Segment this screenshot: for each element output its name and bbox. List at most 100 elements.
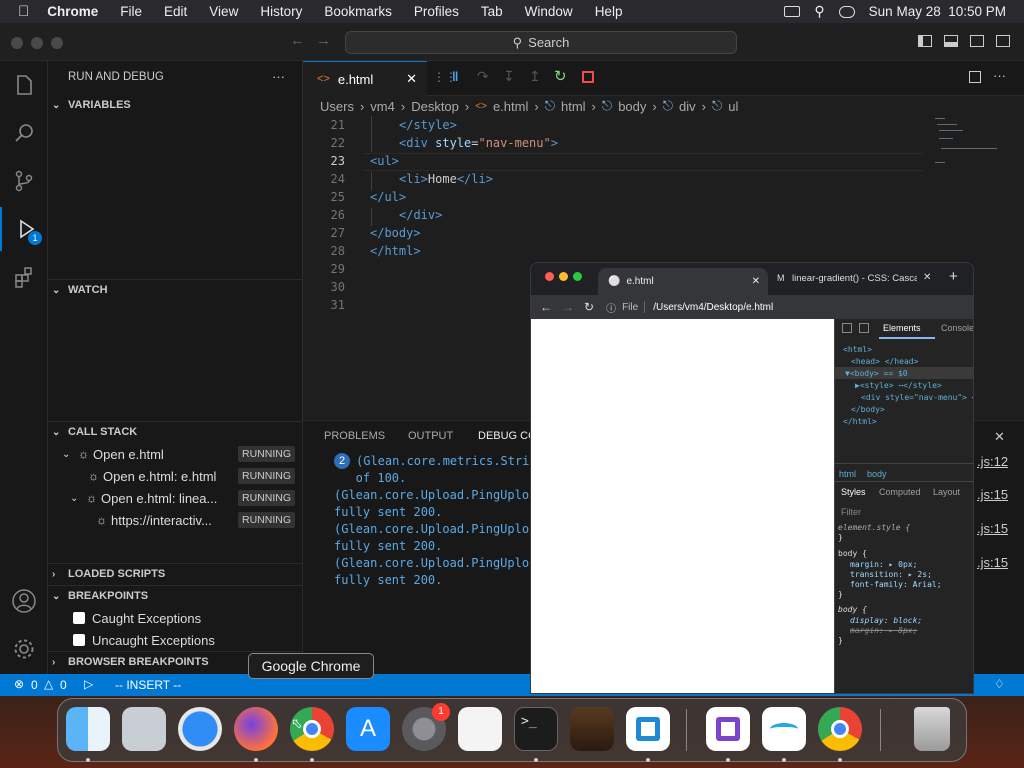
chrome-minimize-button[interactable] <box>559 272 568 281</box>
dom-node[interactable]: <head> </head> <box>851 357 918 366</box>
control-center-icon[interactable] <box>838 5 855 18</box>
source-link[interactable]: .js:15 <box>977 555 1008 570</box>
dom-node[interactable]: </body> <box>851 405 885 414</box>
menu-help[interactable]: Help <box>595 4 623 19</box>
layout-tab[interactable]: Layout <box>933 487 960 497</box>
terminal-icon[interactable]: >_ <box>514 707 558 751</box>
chrome-tab-label[interactable]: linear-gradient() - CSS: Cascad <box>792 273 917 284</box>
notifications-bell-icon[interactable]: ♢ <box>994 677 1005 691</box>
firefox-icon[interactable] <box>234 707 278 751</box>
menu-view[interactable]: View <box>209 4 238 19</box>
checkbox-icon[interactable] <box>73 634 85 646</box>
checkbox-icon[interactable] <box>73 612 85 624</box>
computed-tab[interactable]: Computed <box>879 487 921 497</box>
textedit-icon[interactable] <box>458 707 502 751</box>
breadcrumb-item[interactable]: Desktop <box>411 99 459 114</box>
breadcrumb-item[interactable]: vm4 <box>370 99 395 114</box>
window-minimize-button[interactable] <box>31 37 43 49</box>
garageband-icon[interactable] <box>570 707 614 751</box>
menu-edit[interactable]: Edit <box>164 4 187 19</box>
variables-section-header[interactable]: ⌄ VARIABLES <box>52 99 131 111</box>
customize-layout-icon[interactable] <box>996 35 1010 47</box>
run-and-debug-icon[interactable]: 1 <box>0 207 48 251</box>
breadcrumb-item[interactable]: body <box>618 99 646 114</box>
browser-breakpoints-section-header[interactable]: › BROWSER BREAKPOINTS <box>52 656 209 668</box>
toggle-panel-icon[interactable] <box>944 35 958 47</box>
chrome-tab-e-html[interactable]: ⚪ e.html ✕ <box>598 268 768 295</box>
warning-icon[interactable]: △ <box>44 677 53 691</box>
forward-arrow-icon[interactable]: → <box>316 32 331 49</box>
dom-node[interactable]: <html> <box>843 345 872 354</box>
debug-session-icon[interactable]: ▷ <box>84 677 93 691</box>
freeform-icon[interactable] <box>762 707 806 751</box>
source-link[interactable]: .js:15 <box>977 521 1008 536</box>
tab-debug-console[interactable]: DEBUG CO <box>478 430 537 442</box>
breadcrumb-item[interactable]: div <box>679 99 696 114</box>
search-view-icon[interactable] <box>0 111 48 155</box>
google-chrome-icon[interactable] <box>818 707 862 751</box>
inspect-element-icon[interactable] <box>842 323 852 333</box>
toggle-primary-sidebar-icon[interactable] <box>918 35 932 47</box>
dom-node[interactable]: ▶<style> ⋯</style> <box>855 381 942 390</box>
split-editor-icon[interactable] <box>969 71 981 83</box>
styles-filter-input[interactable]: Filter <box>841 507 861 517</box>
source-control-icon[interactable] <box>0 159 48 203</box>
accounts-icon[interactable] <box>0 579 48 623</box>
breadcrumb-item[interactable]: ul <box>728 99 738 114</box>
toggle-secondary-sidebar-icon[interactable] <box>970 35 984 47</box>
breadcrumb-item[interactable]: html <box>561 99 586 114</box>
app-store-icon[interactable]: A <box>346 707 390 751</box>
screen-mirroring-icon[interactable] <box>784 6 801 17</box>
more-actions-icon[interactable]: ··· <box>993 68 1006 83</box>
dom-breadcrumb[interactable]: html <box>839 469 856 479</box>
call-stack-session[interactable]: ⌄ ☼ Open e.html: linea... RUNNING <box>48 487 303 509</box>
uncaught-exceptions-checkbox[interactable]: Uncaught Exceptions <box>48 629 303 651</box>
panel-close-icon[interactable]: ✕ <box>994 429 1005 445</box>
step-over-icon[interactable]: ↷ <box>477 68 489 85</box>
editor-tab-e-html[interactable]: <> e.html ✕ <box>303 61 427 96</box>
caught-exceptions-checkbox[interactable]: Caught Exceptions <box>48 607 303 629</box>
tab-output[interactable]: OUTPUT <box>408 430 453 442</box>
menu-tab[interactable]: Tab <box>481 4 503 19</box>
back-arrow-icon[interactable]: ← <box>290 32 305 49</box>
extensions-icon[interactable] <box>0 255 48 299</box>
chrome-page-viewport[interactable] <box>531 319 834 693</box>
menu-window[interactable]: Window <box>525 4 573 19</box>
new-tab-icon[interactable]: + <box>949 268 958 285</box>
spotlight-search-icon[interactable]: ⚲ <box>814 3 824 20</box>
safari-icon[interactable] <box>178 707 222 751</box>
loaded-scripts-section-header[interactable]: › LOADED SCRIPTS <box>52 568 165 580</box>
window-zoom-button[interactable] <box>51 37 63 49</box>
devtools-tab-console[interactable]: Console <box>941 323 973 333</box>
call-stack-session[interactable]: ☼ https://interactiv... RUNNING <box>48 509 303 531</box>
menu-profiles[interactable]: Profiles <box>414 4 459 19</box>
dom-node[interactable]: <div style="nav-menu"> < <box>861 393 973 402</box>
call-stack-session[interactable]: ☼ Open e.html: e.html RUNNING <box>48 465 303 487</box>
reload-icon[interactable]: ↻ <box>584 300 594 314</box>
step-out-icon[interactable]: ↥ <box>529 68 541 85</box>
forward-arrow-icon[interactable]: → <box>562 300 574 314</box>
tab-problems[interactable]: PROBLEMS <box>324 430 385 442</box>
manage-gear-icon[interactable] <box>0 627 48 671</box>
source-link[interactable]: .js:15 <box>977 487 1008 502</box>
watch-section-header[interactable]: ⌄ WATCH <box>52 284 108 296</box>
command-center-search[interactable]: ⚲ Search <box>345 31 737 54</box>
chrome-zoom-button[interactable] <box>573 272 582 281</box>
sidebar-more-button[interactable]: ··· <box>272 69 285 84</box>
info-icon[interactable]: ⓘ <box>606 300 616 315</box>
menu-history[interactable]: History <box>260 4 302 19</box>
error-icon[interactable]: ⊗ <box>14 677 24 691</box>
visual-studio-icon[interactable] <box>706 707 750 751</box>
warning-count[interactable]: 0 <box>60 678 67 692</box>
back-arrow-icon[interactable]: ← <box>540 300 552 314</box>
window-close-button[interactable] <box>11 37 23 49</box>
menubar-clock[interactable]: Sun May 28 10:50 PM <box>869 4 1006 19</box>
explorer-icon[interactable] <box>0 63 48 107</box>
chrome-close-button[interactable] <box>545 272 554 281</box>
dom-breadcrumb[interactable]: body <box>867 469 887 479</box>
breadcrumb-item[interactable]: e.html <box>493 99 528 114</box>
menu-file[interactable]: File <box>120 4 142 19</box>
close-icon[interactable]: ✕ <box>923 272 931 283</box>
close-icon[interactable]: ✕ <box>752 276 760 287</box>
address-bar-url[interactable]: /Users/vm4/Desktop/e.html <box>653 302 773 313</box>
